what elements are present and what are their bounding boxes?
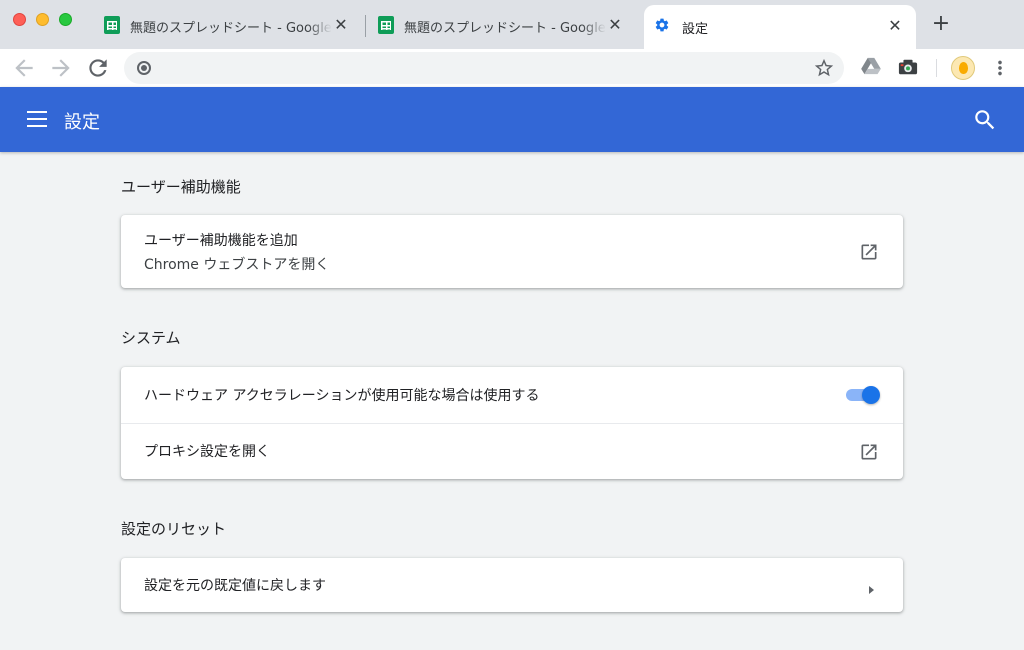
omnibox[interactable]	[124, 52, 844, 84]
open-in-new-icon[interactable]	[859, 242, 879, 262]
arrow-left-icon	[15, 59, 33, 77]
tab-strip: 無題のスプレッドシート - Google ✕ 無題のスプレッドシート - Goo…	[0, 0, 1024, 49]
search-button[interactable]	[972, 107, 998, 133]
arrow-right-icon	[866, 580, 876, 594]
add-accessibility-row[interactable]: ユーザー補助機能を追加 Chrome ウェブストアを開く	[121, 215, 903, 288]
close-icon[interactable]: ✕	[886, 17, 904, 35]
back-button[interactable]	[11, 55, 37, 81]
accessibility-card: ユーザー補助機能を追加 Chrome ウェブストアを開く	[121, 215, 903, 288]
tab-spreadsheet-1[interactable]: 無題のスプレッドシート - Google ✕	[96, 5, 362, 45]
forward-button[interactable]	[48, 55, 74, 81]
section-title-reset: 設定のリセット	[121, 520, 227, 538]
camera-extension-button[interactable]	[897, 57, 919, 79]
row-title: プロキシ設定を開く	[144, 444, 270, 460]
window-zoom-button[interactable]	[59, 13, 72, 26]
drive-extension-button[interactable]	[861, 57, 883, 79]
chrome-icon	[137, 61, 151, 75]
hardware-acceleration-toggle[interactable]	[844, 385, 880, 405]
search-icon	[975, 110, 995, 130]
row-title: ハードウェア アクセラレーションが使用可能な場合は使用する	[144, 388, 540, 404]
reload-button[interactable]	[85, 55, 111, 81]
menu-icon[interactable]	[27, 111, 47, 127]
star-icon	[814, 58, 834, 77]
row-subtitle: Chrome ウェブストアを開く	[144, 257, 330, 273]
close-icon[interactable]: ✕	[332, 16, 350, 34]
toggle-knob	[862, 386, 880, 404]
reset-settings-row[interactable]: 設定を元の既定値に戻します	[121, 558, 903, 612]
reset-card: 設定を元の既定値に戻します	[121, 558, 903, 612]
settings-header: 設定	[0, 87, 1024, 152]
row-title: 設定を元の既定値に戻します	[144, 578, 326, 594]
sheets-icon	[378, 16, 394, 34]
tab-spreadsheet-2[interactable]: 無題のスプレッドシート - Google ✕	[370, 5, 636, 45]
hardware-acceleration-row[interactable]: ハードウェア アクセラレーションが使用可能な場合は使用する	[121, 367, 903, 423]
open-in-new-icon[interactable]	[859, 442, 879, 462]
sheets-icon	[104, 16, 120, 34]
reload-icon	[89, 59, 107, 77]
new-tab-button[interactable]: +	[930, 13, 952, 35]
chrome-menu-button[interactable]	[989, 55, 1011, 81]
close-icon[interactable]: ✕	[606, 16, 624, 34]
bookmark-star-button[interactable]	[812, 56, 836, 80]
arrow-right-icon	[52, 59, 70, 77]
page-title: 設定	[64, 112, 100, 133]
toolbar-separator	[936, 59, 937, 77]
gear-icon	[654, 17, 670, 35]
system-card: ハードウェア アクセラレーションが使用可能な場合は使用する プロキシ設定を開く	[121, 367, 903, 479]
drive-icon	[861, 57, 881, 75]
tab-separator	[365, 15, 366, 37]
tab-title: 設定	[682, 22, 709, 37]
camera-icon	[898, 59, 918, 75]
window-close-button[interactable]	[13, 13, 26, 26]
section-title-accessibility: ユーザー補助機能	[121, 178, 241, 196]
tab-settings[interactable]: 設定 ✕	[644, 5, 916, 49]
tab-title: 無題のスプレッドシート - Google	[130, 21, 332, 36]
tab-title: 無題のスプレッドシート - Google	[404, 21, 606, 36]
browser-toolbar	[0, 49, 1024, 87]
address-input[interactable]	[160, 58, 800, 78]
row-title: ユーザー補助機能を追加	[144, 233, 298, 249]
section-title-system: システム	[121, 329, 181, 347]
more-vert-icon	[998, 60, 1002, 76]
window-minimize-button[interactable]	[36, 13, 49, 26]
proxy-settings-row[interactable]: プロキシ設定を開く	[121, 423, 903, 479]
profile-avatar[interactable]	[951, 56, 975, 80]
